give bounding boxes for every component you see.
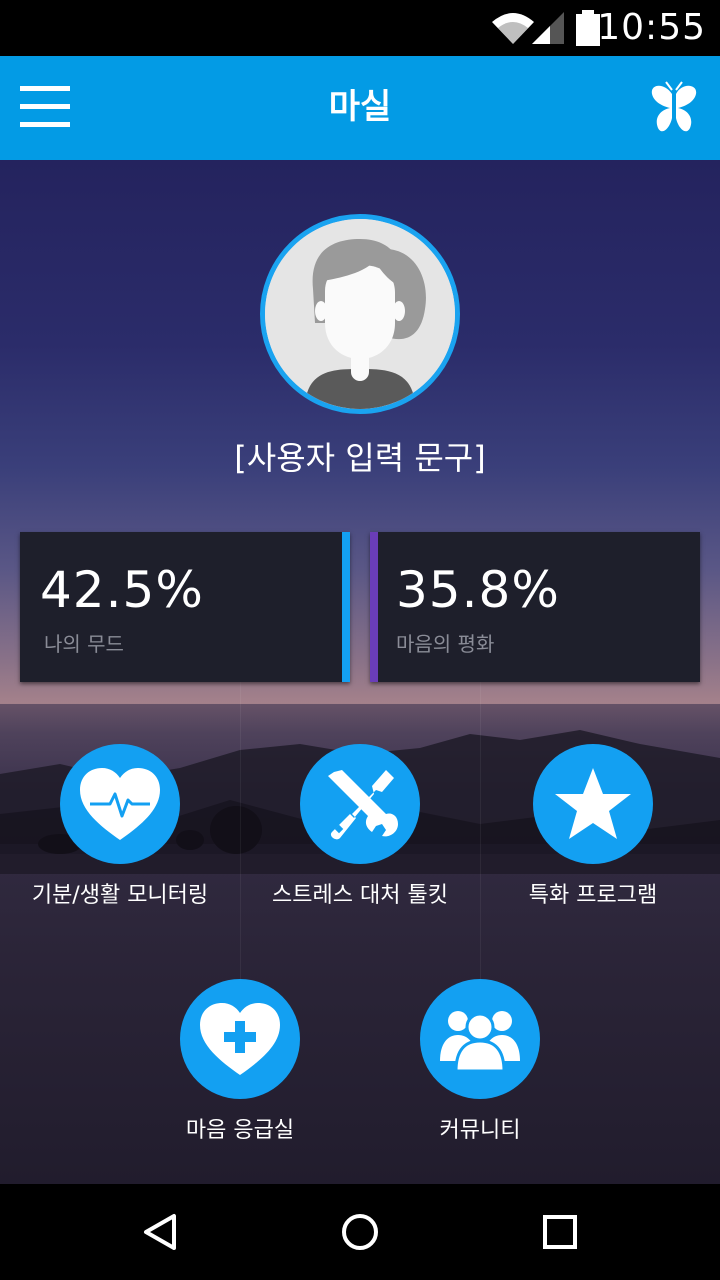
tools-icon	[300, 744, 420, 864]
mood-label: 나의 무드	[44, 632, 124, 656]
status-bar: 10:55	[0, 0, 720, 56]
back-icon[interactable]	[130, 1202, 190, 1262]
heart-plus-icon	[180, 979, 300, 1099]
feature-label: 기분/생활 모니터링	[31, 883, 209, 908]
app-title: 마실	[328, 87, 392, 127]
butterfly-icon[interactable]	[648, 80, 700, 136]
feature-stress-toolkit[interactable]: 스트레스 대처 툴킷	[240, 744, 480, 914]
feature-label: 마음 응급실	[185, 1118, 295, 1143]
peace-label: 마음의 평화	[396, 632, 495, 656]
mood-value: 42.5%	[40, 561, 204, 619]
star-icon	[533, 744, 653, 864]
heart-pulse-icon	[60, 744, 180, 864]
feature-community[interactable]: 커뮤니티	[360, 979, 600, 1149]
home-icon[interactable]	[330, 1202, 390, 1262]
peace-accent-bar	[370, 532, 378, 682]
feature-mind-emergency[interactable]: 마음 응급실	[120, 979, 360, 1149]
community-icon	[420, 979, 540, 1099]
feature-mood-monitoring[interactable]: 기분/생활 모니터링	[0, 744, 240, 914]
feature-label: 특화 프로그램	[528, 883, 658, 908]
signal-icon	[532, 12, 564, 44]
app-bar: 마실	[0, 56, 720, 160]
recents-icon[interactable]	[530, 1202, 590, 1262]
feature-label: 스트레스 대처 툴킷	[272, 883, 448, 908]
status-time: 10:55	[597, 7, 706, 48]
peace-value: 35.8%	[396, 561, 560, 619]
user-caption[interactable]: [사용자 입력 문구]	[0, 432, 720, 484]
feature-label: 커뮤니티	[439, 1118, 521, 1143]
user-avatar-icon[interactable]	[260, 214, 460, 414]
mood-accent-bar	[342, 532, 350, 682]
navigation-bar	[0, 1184, 720, 1280]
hamburger-menu-icon[interactable]	[20, 86, 72, 130]
feature-special-program[interactable]: 특화 프로그램	[473, 744, 713, 914]
peace-stat-card[interactable]: 35.8% 마음의 평화	[370, 532, 700, 682]
mood-stat-card[interactable]: 42.5% 나의 무드	[20, 532, 350, 682]
app-screen: 10:55 마실 [사용자 입력 문구] 42.5% 나의 무드 35.8% 마…	[0, 0, 720, 1280]
